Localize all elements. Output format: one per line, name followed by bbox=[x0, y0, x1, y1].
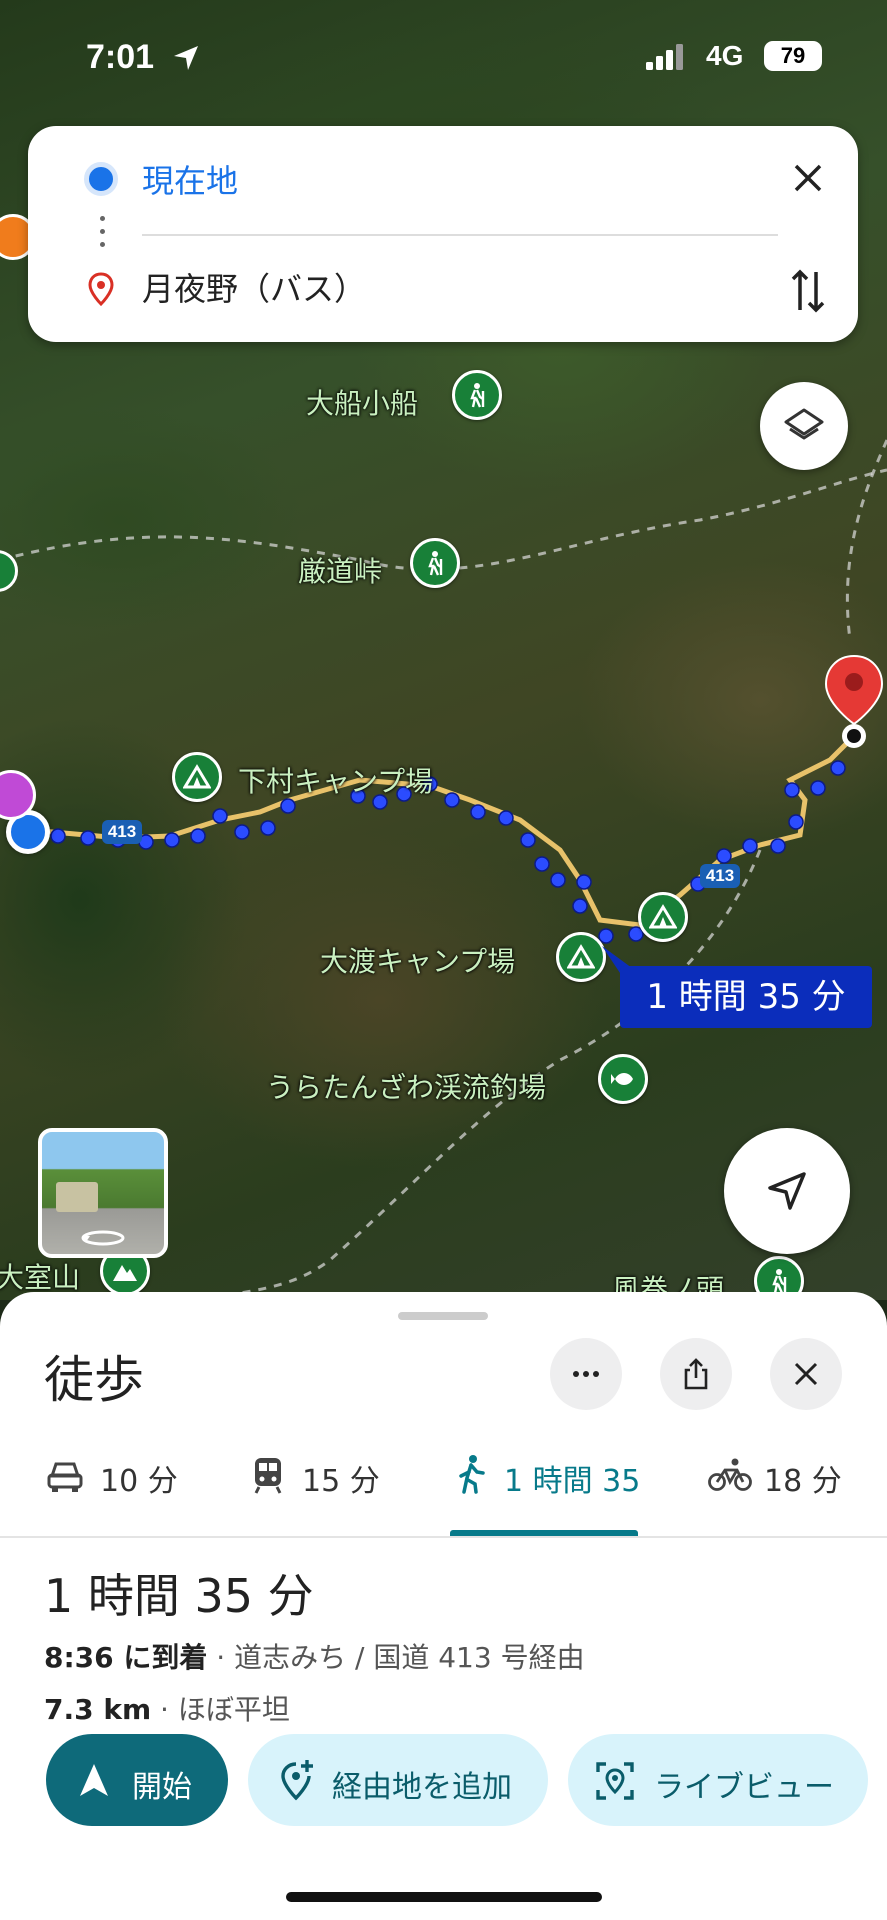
more-options-button[interactable] bbox=[550, 1338, 622, 1410]
start-button[interactable]: 開始 bbox=[46, 1734, 228, 1826]
add-stop-button[interactable]: 経由地を追加 bbox=[248, 1734, 548, 1826]
live-view-icon bbox=[596, 1762, 634, 1800]
hiking-poi-icon[interactable] bbox=[410, 538, 460, 588]
arrival-time: 8:36 に到着 bbox=[44, 1641, 208, 1674]
destination-field[interactable]: 月夜野（バス） bbox=[142, 264, 366, 310]
poi-label-oofune: 大船小船 bbox=[306, 387, 419, 420]
sheet-drag-handle[interactable] bbox=[398, 1312, 488, 1320]
network-type: 4G bbox=[706, 40, 744, 71]
poi-label-shimomura: 下村キャンプ場 bbox=[238, 765, 434, 798]
route-terrain: · ほぼ平坦 bbox=[151, 1693, 290, 1726]
tab-walk-label: 1 時間 35 bbox=[504, 1464, 641, 1499]
live-view-label: ライブビュー bbox=[654, 1770, 834, 1805]
battery-level: 79 bbox=[764, 41, 822, 71]
campground-poi-icon[interactable] bbox=[638, 892, 688, 942]
road-shield-413: 413 bbox=[102, 820, 142, 844]
directions-search-card: 現在地 月夜野（バス） bbox=[28, 126, 858, 342]
share-button[interactable] bbox=[660, 1338, 732, 1410]
distance-info: 7.3 km · ほぼ平坦 bbox=[44, 1688, 290, 1728]
poi-label-gando: 厳道峠 bbox=[298, 555, 383, 588]
location-services-icon bbox=[174, 46, 198, 70]
tab-drive[interactable]: 10 分 bbox=[46, 1442, 216, 1530]
close-icon bbox=[794, 1362, 818, 1386]
tabs-divider bbox=[0, 1536, 887, 1538]
tab-drive-label: 10 分 bbox=[100, 1464, 178, 1499]
navigation-arrow-icon bbox=[768, 1172, 806, 1210]
layers-icon bbox=[784, 408, 824, 440]
arrival-info: 8:36 に到着 · 道志みち / 国道 413 号経由 bbox=[44, 1636, 585, 1676]
directions-bottom-sheet: 徒歩 10 分 15 分 1 時間 35 18 分 1 時間 35 分 8:36… bbox=[0, 1292, 887, 1920]
destination-pin-icon bbox=[88, 272, 114, 306]
rotate-360-icon bbox=[81, 1230, 125, 1246]
tab-walk[interactable]: 1 時間 35 bbox=[456, 1442, 656, 1530]
connector-dots-icon bbox=[100, 216, 106, 255]
status-bar: 7:01 4G 79 bbox=[0, 38, 887, 78]
tab-bike[interactable]: 18 分 bbox=[708, 1442, 878, 1530]
cellular-signal-icon bbox=[646, 44, 683, 70]
bus-image bbox=[56, 1182, 98, 1212]
origin-dot-icon bbox=[84, 162, 118, 196]
street-view-thumbnail[interactable] bbox=[38, 1128, 168, 1258]
route-via: · 道志みち / 国道 413 号経由 bbox=[207, 1641, 585, 1674]
destination-pin-icon[interactable] bbox=[822, 652, 886, 752]
map-view[interactable]: 413 413 大船小船 厳道峠 下村キャンプ場 大渡キャンプ場 うらたんざわ渓… bbox=[0, 0, 887, 1300]
sheet-title: 徒歩 bbox=[44, 1351, 144, 1409]
more-horizontal-icon bbox=[573, 1371, 599, 1377]
poi-label-uratanzawa: うらたんざわ渓流釣場 bbox=[266, 1071, 547, 1104]
campground-poi-icon[interactable] bbox=[172, 752, 222, 802]
add-location-icon bbox=[281, 1760, 313, 1801]
start-label: 開始 bbox=[132, 1770, 192, 1805]
road-shield-413: 413 bbox=[700, 864, 740, 888]
layers-button[interactable] bbox=[760, 382, 848, 470]
route-distance: 7.3 km bbox=[44, 1693, 152, 1726]
home-indicator[interactable] bbox=[286, 1892, 602, 1902]
walking-route bbox=[50, 760, 846, 944]
swap-direction-icon[interactable] bbox=[790, 266, 826, 316]
tab-transit[interactable]: 15 分 bbox=[252, 1442, 422, 1530]
status-time: 7:01 bbox=[86, 38, 155, 76]
tab-transit-label: 15 分 bbox=[302, 1464, 380, 1499]
tab-bike-label: 18 分 bbox=[764, 1464, 842, 1499]
poi-label-oomuro: 大室山 bbox=[0, 1261, 81, 1294]
share-icon bbox=[684, 1358, 708, 1390]
campground-poi-icon[interactable] bbox=[556, 932, 606, 982]
travel-mode-tabs: 10 分 15 分 1 時間 35 18 分 bbox=[0, 1442, 887, 1530]
transit-icon bbox=[254, 1458, 282, 1494]
add-stop-label: 経由地を追加 bbox=[332, 1770, 512, 1805]
fishing-poi-icon[interactable] bbox=[598, 1054, 648, 1104]
car-icon bbox=[47, 1462, 83, 1492]
walk-icon bbox=[459, 1455, 485, 1494]
my-location-button[interactable] bbox=[724, 1128, 850, 1254]
close-sheet-button[interactable] bbox=[770, 1338, 842, 1410]
route-duration: 1 時間 35 分 bbox=[44, 1569, 314, 1623]
live-view-button[interactable]: ライブビュー bbox=[568, 1734, 868, 1826]
field-divider bbox=[142, 234, 778, 236]
hiking-poi-icon[interactable] bbox=[452, 370, 502, 420]
navigation-arrow-icon bbox=[80, 1764, 108, 1796]
poi-label-oowatari: 大渡キャンプ場 bbox=[320, 945, 516, 978]
bike-icon bbox=[708, 1458, 752, 1491]
route-duration-label[interactable]: 1 時間 35 分 bbox=[620, 966, 872, 1028]
origin-field[interactable]: 現在地 bbox=[142, 156, 238, 202]
close-icon[interactable] bbox=[788, 158, 828, 198]
